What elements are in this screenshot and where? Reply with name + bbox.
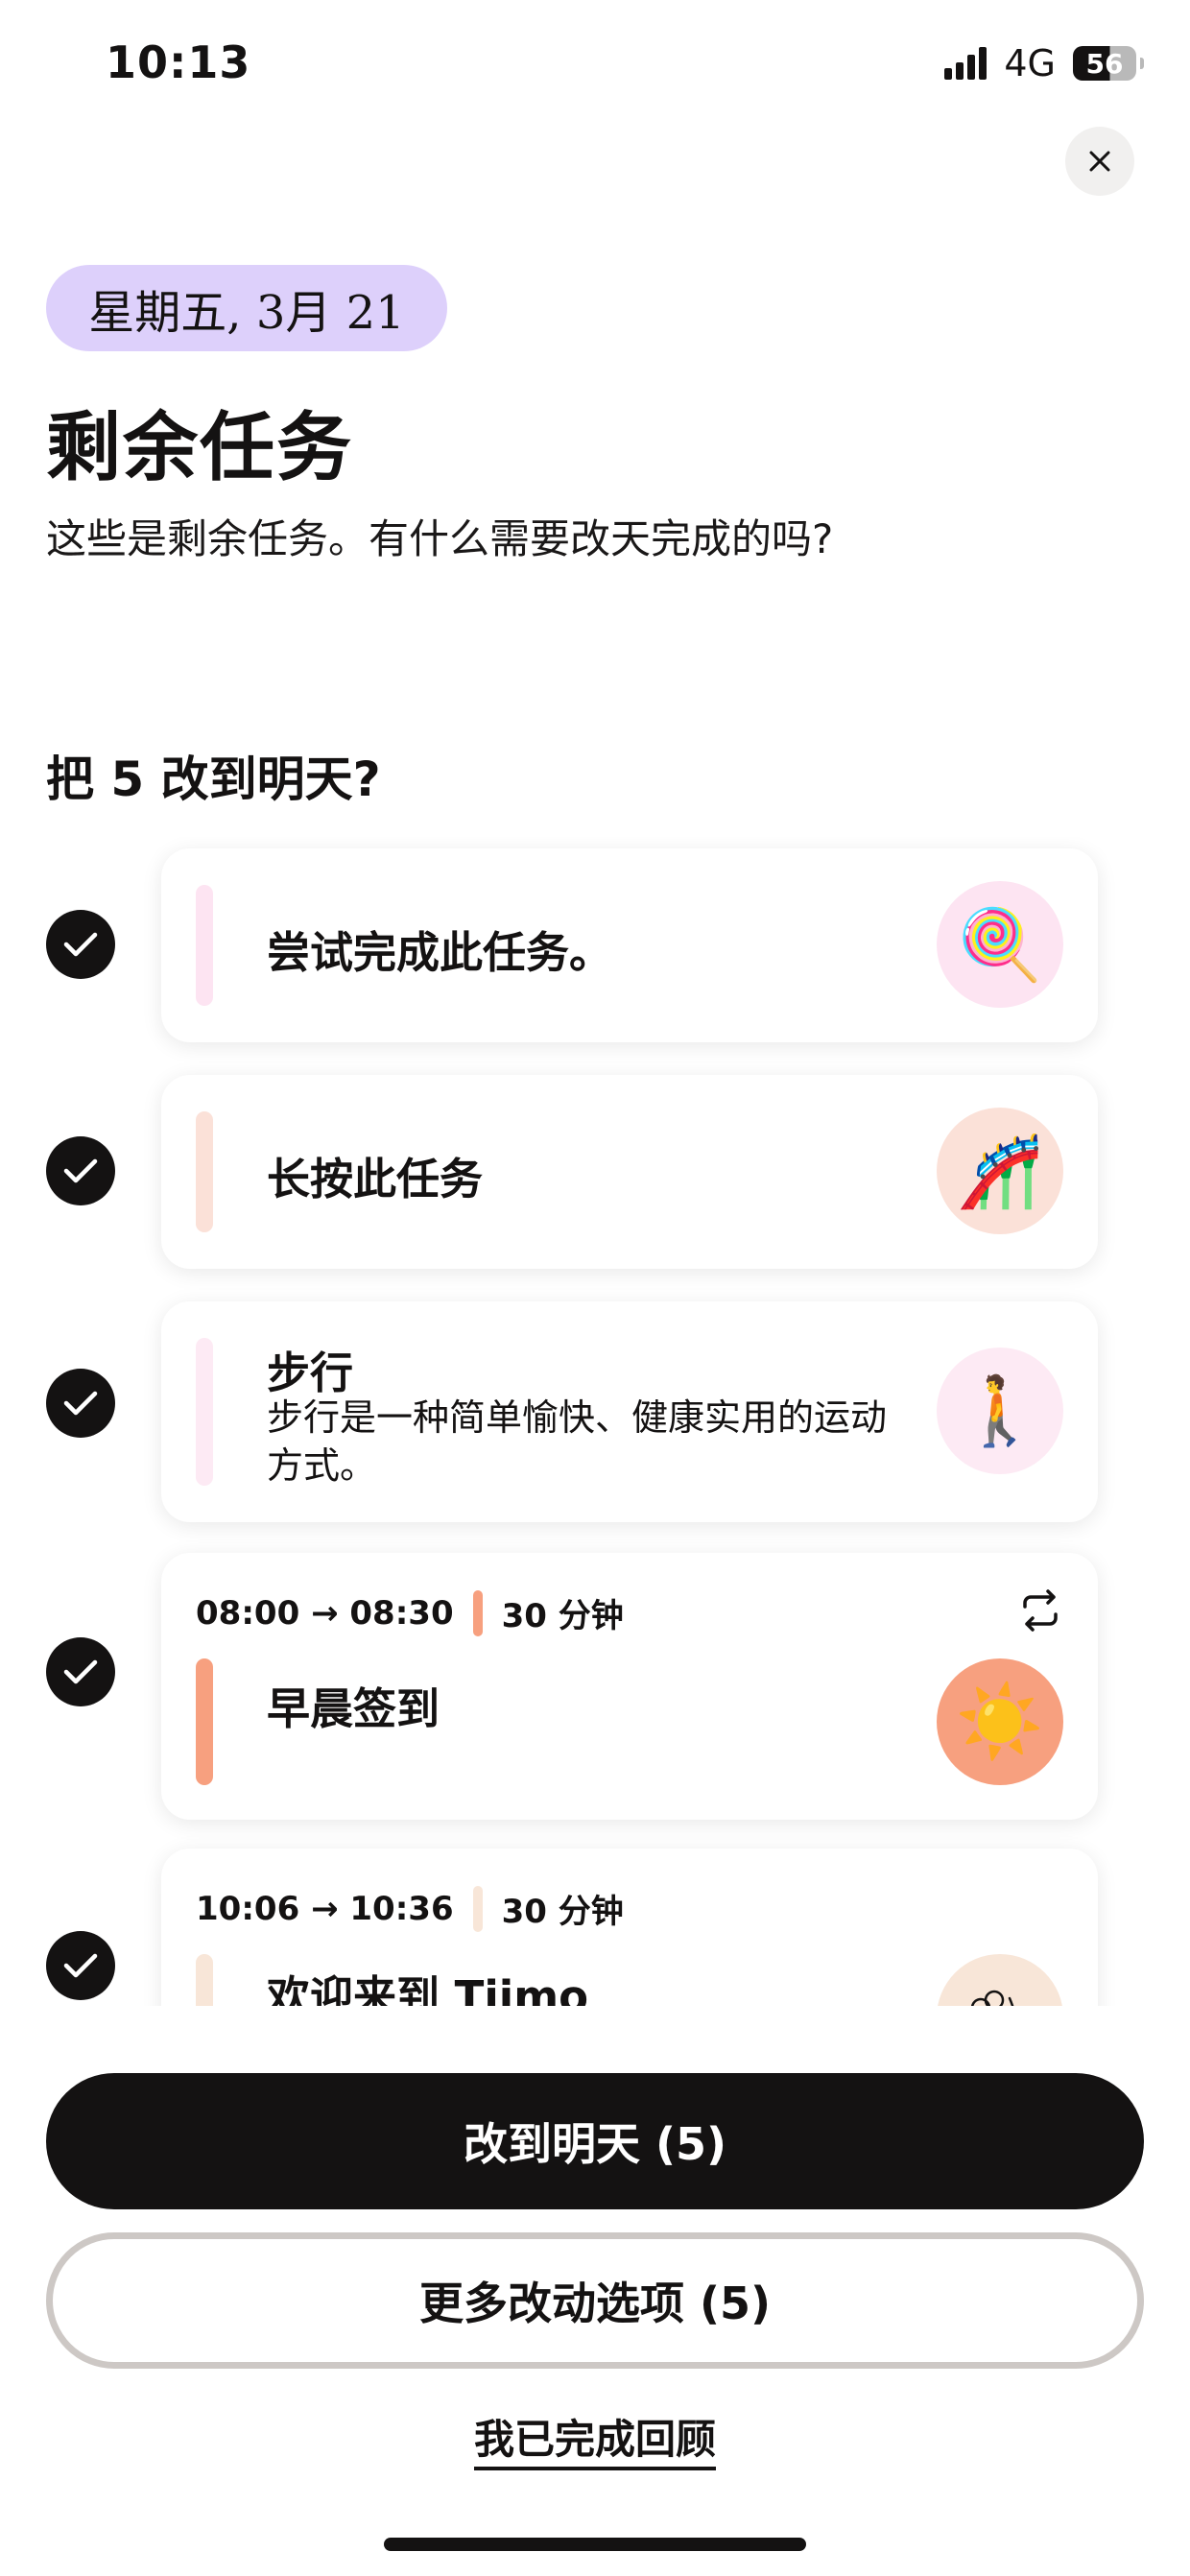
checkmark-icon	[63, 1953, 98, 1978]
walking-person-icon: 🚶	[958, 1371, 1042, 1450]
task-time-row: 08:00 → 08:30 30 分钟	[196, 1589, 624, 1636]
done-review-link-row: 我已完成回顾	[0, 2407, 1190, 2470]
task-color-bar	[196, 1111, 213, 1232]
task-emoji: 🍭	[937, 881, 1063, 1008]
date-label: 星期五, 3月 21	[88, 286, 405, 340]
task-list[interactable]: 尝试完成此任务。 🍭 长按此任务 🎢 步行 步行是一种简单愉快、健康实用的运动方…	[0, 837, 1190, 2006]
task-description: 步行是一种简单愉快、健康实用的运动方式。	[267, 1396, 888, 1487]
done-review-link[interactable]: 我已完成回顾	[473, 2416, 716, 2470]
task-emoji: 🎢	[937, 1108, 1063, 1234]
task-card[interactable]: 长按此任务 🎢	[161, 1075, 1098, 1269]
task-color-bar	[196, 1658, 213, 1785]
task-duration: 30 分钟	[501, 1893, 624, 1931]
checkmark-icon	[63, 1158, 98, 1183]
close-button[interactable]	[1065, 127, 1134, 196]
task-color-bar	[196, 1338, 213, 1486]
task-duration: 30 分钟	[501, 1597, 624, 1635]
repeat-icon	[1023, 1589, 1058, 1632]
battery-icon: 56	[1073, 46, 1144, 81]
sun-icon: ☀️	[955, 1680, 1045, 1763]
move-to-tomorrow-label: 改到明天 (5)	[463, 2118, 727, 2170]
lollipop-icon: 🍭	[957, 903, 1043, 985]
task-check-toggle[interactable]	[46, 910, 115, 979]
more-options-button[interactable]: 更多改动选项 (5)	[46, 2232, 1144, 2369]
task-title: 尝试完成此任务。	[267, 927, 613, 978]
task-check-toggle[interactable]	[46, 1369, 115, 1438]
task-check-toggle[interactable]	[46, 1931, 115, 2000]
task-title: 步行	[267, 1348, 354, 1398]
network-type: 4G	[1004, 42, 1056, 84]
task-title: 欢迎来到 Tiimo	[267, 1971, 589, 2006]
task-check-toggle[interactable]	[46, 1637, 115, 1706]
status-icons: 4G 56	[944, 42, 1144, 84]
task-color-bar	[196, 885, 213, 1006]
status-time: 10:13	[106, 36, 251, 88]
task-card[interactable]: 08:00 → 08:30 30 分钟 早晨签到 ☀️	[161, 1553, 1098, 1820]
checkmark-icon	[63, 1659, 98, 1684]
checkmark-icon	[63, 932, 98, 957]
task-title: 早晨签到	[267, 1683, 440, 1734]
page-title: 剩余任务	[46, 405, 354, 491]
task-time-range: 08:00 → 08:30	[196, 1593, 454, 1633]
task-check-toggle[interactable]	[46, 1136, 115, 1205]
battery-level: 56	[1085, 47, 1124, 80]
task-color-bar	[196, 1954, 213, 2006]
task-emoji	[937, 1954, 1063, 2006]
signal-icon	[944, 47, 988, 80]
hand-flower-icon	[970, 1990, 1014, 2006]
page-subtitle: 这些是剩余任务。有什么需要改天完成的吗?	[46, 515, 834, 562]
more-options-label: 更多改动选项 (5)	[418, 2278, 772, 2329]
checkmark-icon	[63, 1391, 98, 1416]
home-indicator[interactable]	[384, 2538, 806, 2551]
section-heading: 把 5 改到明天?	[46, 751, 381, 807]
roller-coaster-icon: 🎢	[957, 1130, 1043, 1211]
move-to-tomorrow-button[interactable]: 改到明天 (5)	[46, 2073, 1144, 2209]
time-separator	[472, 1885, 483, 1932]
task-card[interactable]: 尝试完成此任务。 🍭	[161, 848, 1098, 1042]
task-title: 长按此任务	[267, 1154, 484, 1205]
task-card[interactable]: 10:06 → 10:36 30 分钟 欢迎来到 Tiimo	[161, 1849, 1098, 2006]
time-separator	[472, 1589, 483, 1636]
task-emoji: ☀️	[937, 1658, 1063, 1785]
close-icon	[1089, 151, 1110, 172]
task-emoji: 🚶	[937, 1348, 1063, 1474]
task-time-range: 10:06 → 10:36	[196, 1889, 454, 1928]
task-time-row: 10:06 → 10:36 30 分钟	[196, 1885, 624, 1932]
date-badge: 星期五, 3月 21	[46, 265, 447, 351]
task-card[interactable]: 步行 步行是一种简单愉快、健康实用的运动方式。 🚶	[161, 1301, 1098, 1522]
